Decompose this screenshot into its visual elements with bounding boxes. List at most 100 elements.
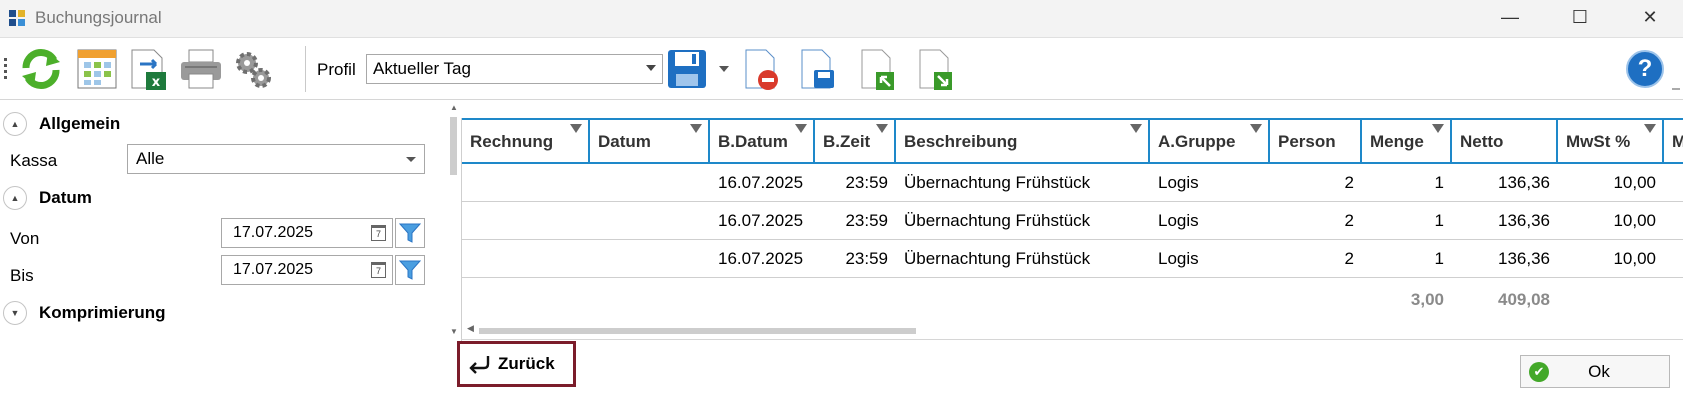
cell-rechnung (462, 240, 590, 277)
calendar-grid-icon (77, 49, 117, 89)
column-filter-icon[interactable] (876, 124, 888, 133)
section-datum[interactable]: ▲ Datum (0, 183, 430, 213)
column-header-bzeit[interactable]: B.Zeit (815, 120, 896, 162)
refresh-button[interactable] (16, 44, 66, 94)
kassa-label: Kassa (10, 151, 58, 170)
column-header-datum[interactable]: Datum (590, 120, 710, 162)
column-filter-icon[interactable] (1432, 124, 1444, 133)
kassa-select[interactable]: Alle (127, 144, 425, 174)
scrollbar-thumb[interactable] (450, 117, 457, 175)
column-filter-icon[interactable] (795, 124, 807, 133)
filter-panel-scrollbar[interactable]: ▲ ▼ (447, 103, 461, 340)
section-allgemein[interactable]: ▲ Allgemein (0, 109, 430, 139)
minimize-button[interactable]: — (1480, 0, 1540, 34)
help-button[interactable]: ? (1626, 50, 1664, 88)
scroll-down-icon[interactable]: ▼ (450, 327, 458, 336)
cell-person: 2 (1344, 173, 1354, 192)
save-as-icon (801, 49, 834, 89)
bis-filter-button[interactable] (395, 255, 425, 285)
column-header-agruppe[interactable]: A.Gruppe (1150, 120, 1270, 162)
title-bar: Buchungsjournal — ☐ ✕ (0, 0, 1683, 38)
bis-date-value: 17.07.2025 (233, 261, 314, 278)
close-button[interactable]: ✕ (1620, 0, 1680, 34)
ok-button[interactable]: ✔ Ok (1520, 355, 1670, 388)
column-filter-icon[interactable] (1130, 124, 1142, 133)
column-header-netto[interactable]: Netto (1452, 120, 1558, 162)
journal-grid: Rechnung Datum B.Datum B.Zeit Beschreibu… (461, 118, 1683, 341)
chevron-down-icon (406, 157, 416, 162)
scrollbar-thumb[interactable] (479, 328, 916, 334)
column-header-bdatum[interactable]: B.Datum (710, 120, 815, 162)
cell-menge: 1 (1434, 211, 1444, 230)
table-row[interactable]: 16.07.2025 23:59 Übernachtung Frühstück … (462, 164, 1683, 202)
cell-datum (590, 202, 710, 239)
cell-mwst: 10,00 (1613, 211, 1656, 230)
collapse-up-icon[interactable]: ▲ (3, 186, 27, 210)
scroll-left-icon[interactable]: ◀ (467, 323, 474, 334)
toolbar-overflow-icon[interactable] (1672, 82, 1680, 90)
scroll-up-icon[interactable]: ▲ (450, 103, 458, 112)
chevron-down-icon (646, 65, 656, 71)
von-label: Von (10, 229, 40, 248)
column-filter-icon[interactable] (690, 124, 702, 133)
column-filter-icon[interactable] (1644, 124, 1656, 133)
von-filter-button[interactable] (395, 218, 425, 248)
column-header-person[interactable]: Person (1270, 120, 1362, 162)
cell-datum (590, 164, 710, 201)
cell-bzeit: 23:59 (845, 211, 888, 230)
export-excel-button[interactable]: x (124, 44, 174, 94)
refresh-icon (22, 48, 60, 90)
filter-funnel-icon (398, 223, 422, 243)
expand-down-icon[interactable]: ▼ (3, 301, 27, 325)
toolbar: x Profil Aktueller Tag ? (0, 38, 1683, 100)
section-komprimierung[interactable]: ▼ Komprimierung (0, 298, 430, 328)
help-icon: ? (1637, 55, 1653, 82)
cell-mwst: 10,00 (1613, 173, 1656, 192)
calendar-grid-button[interactable] (72, 44, 122, 94)
export-button[interactable] (910, 44, 960, 94)
von-date-input[interactable]: 17.07.2025 7 (221, 218, 393, 248)
delete-profile-button[interactable] (736, 44, 786, 94)
minimize-icon: — (1501, 6, 1519, 27)
save-as-button[interactable] (792, 44, 842, 94)
cell-bdatum: 16.07.2025 (718, 173, 804, 192)
save-dropdown-arrow[interactable] (719, 66, 729, 72)
totals-row: 3,00 409,08 (462, 278, 1683, 320)
column-header-beschreibung[interactable]: Beschreibung (896, 120, 1150, 162)
column-header-rechnung[interactable]: Rechnung (462, 120, 590, 162)
save-profile-button[interactable] (662, 44, 712, 94)
column-header-mwst[interactable]: MwSt % (1558, 120, 1664, 162)
bis-date-input[interactable]: 17.07.2025 7 (221, 255, 393, 285)
calendar-icon[interactable]: 7 (371, 225, 386, 241)
bis-label: Bis (10, 266, 34, 285)
column-header-m[interactable]: M (1664, 120, 1683, 162)
collapse-up-icon[interactable]: ▲ (3, 112, 27, 136)
calendar-icon[interactable]: 7 (371, 262, 386, 278)
export-excel-icon: x (131, 49, 166, 90)
maximize-button[interactable]: ☐ (1550, 0, 1610, 34)
printer-icon (181, 49, 221, 89)
cell-bdatum: 16.07.2025 (718, 211, 804, 230)
column-filter-icon[interactable] (1250, 124, 1262, 133)
filter-funnel-icon (398, 260, 422, 280)
table-row[interactable]: 16.07.2025 23:59 Übernachtung Frühstück … (462, 240, 1683, 278)
total-netto: 409,08 (1498, 290, 1550, 309)
column-header-menge[interactable]: Menge (1362, 120, 1452, 162)
cell-beschreibung: Übernachtung Frühstück (904, 249, 1091, 268)
profil-select[interactable]: Aktueller Tag (366, 54, 663, 84)
import-button[interactable] (852, 44, 902, 94)
section-komprimierung-title: Komprimierung (39, 303, 166, 322)
table-row[interactable]: 16.07.2025 23:59 Übernachtung Frühstück … (462, 202, 1683, 240)
toolbar-grip[interactable] (4, 58, 7, 80)
settings-button[interactable] (228, 44, 278, 94)
back-button[interactable]: Zurück (457, 341, 576, 387)
cell-bzeit: 23:59 (845, 173, 888, 192)
grid-horizontal-scrollbar[interactable]: ◀ (461, 320, 1683, 340)
column-filter-icon[interactable] (570, 124, 582, 133)
cell-menge: 1 (1434, 173, 1444, 192)
section-datum-title: Datum (39, 188, 92, 207)
settings-gears-icon (236, 52, 271, 88)
print-button[interactable] (176, 44, 226, 94)
cell-netto: 136,36 (1498, 173, 1550, 192)
delete-profile-icon (745, 49, 778, 90)
